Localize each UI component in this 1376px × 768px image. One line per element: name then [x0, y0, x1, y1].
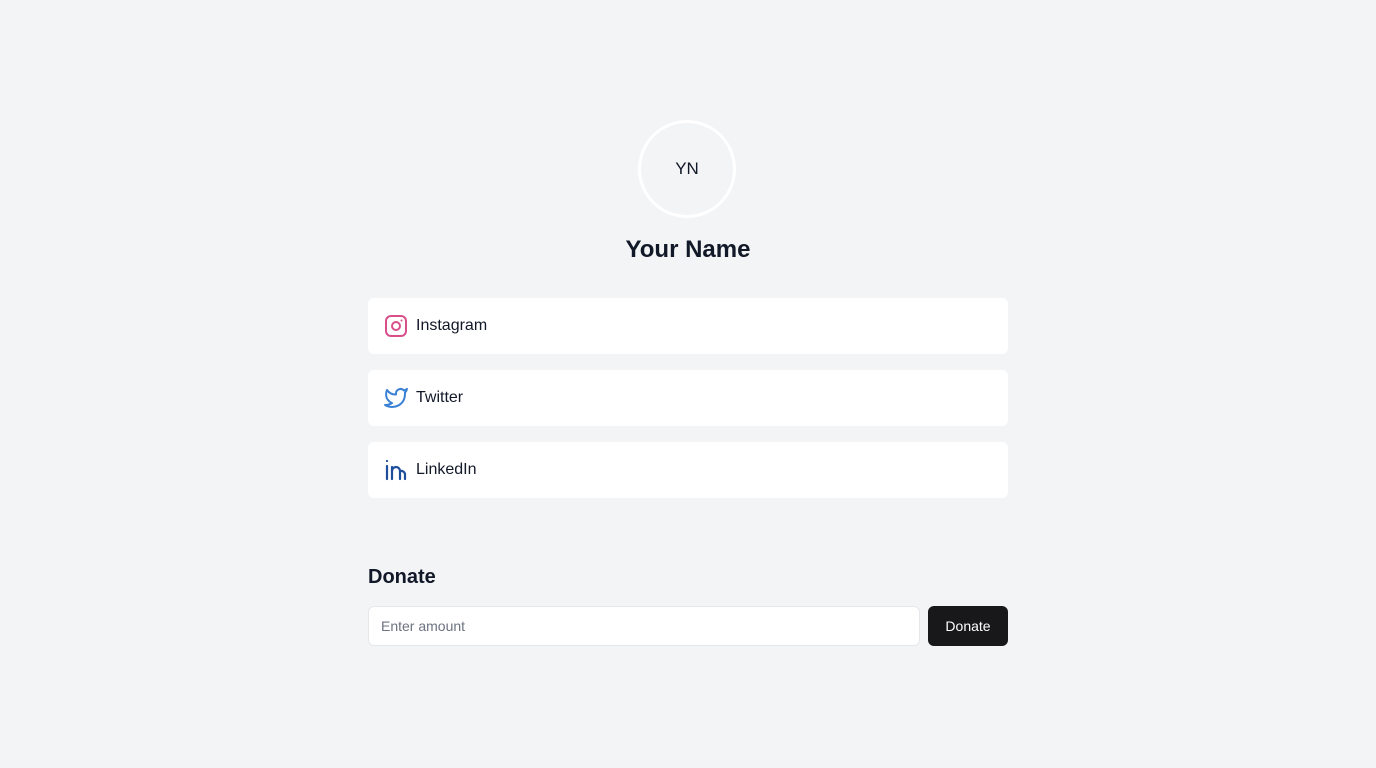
link-list: Instagram Twitter LinkedIn — [368, 298, 1008, 514]
link-linkedin[interactable]: LinkedIn — [368, 442, 1008, 498]
link-instagram[interactable]: Instagram — [368, 298, 1008, 354]
instagram-icon — [384, 314, 408, 338]
link-label: Twitter — [416, 389, 464, 406]
donate-title: Donate — [368, 566, 436, 588]
profile-name: Your Name — [625, 236, 751, 263]
donate-button[interactable]: Donate — [928, 606, 1008, 646]
amount-input[interactable] — [368, 606, 920, 646]
page: YN Your Name Instagram Twitter LinkedIn … — [0, 0, 1376, 768]
donate-form: Donate — [368, 606, 1008, 646]
link-label: Instagram — [416, 317, 488, 334]
linkedin-icon — [384, 458, 408, 482]
avatar: YN — [638, 120, 736, 218]
twitter-icon — [384, 386, 408, 410]
avatar-initials: YN — [675, 159, 699, 178]
link-twitter[interactable]: Twitter — [368, 370, 1008, 426]
link-label: LinkedIn — [416, 461, 477, 478]
